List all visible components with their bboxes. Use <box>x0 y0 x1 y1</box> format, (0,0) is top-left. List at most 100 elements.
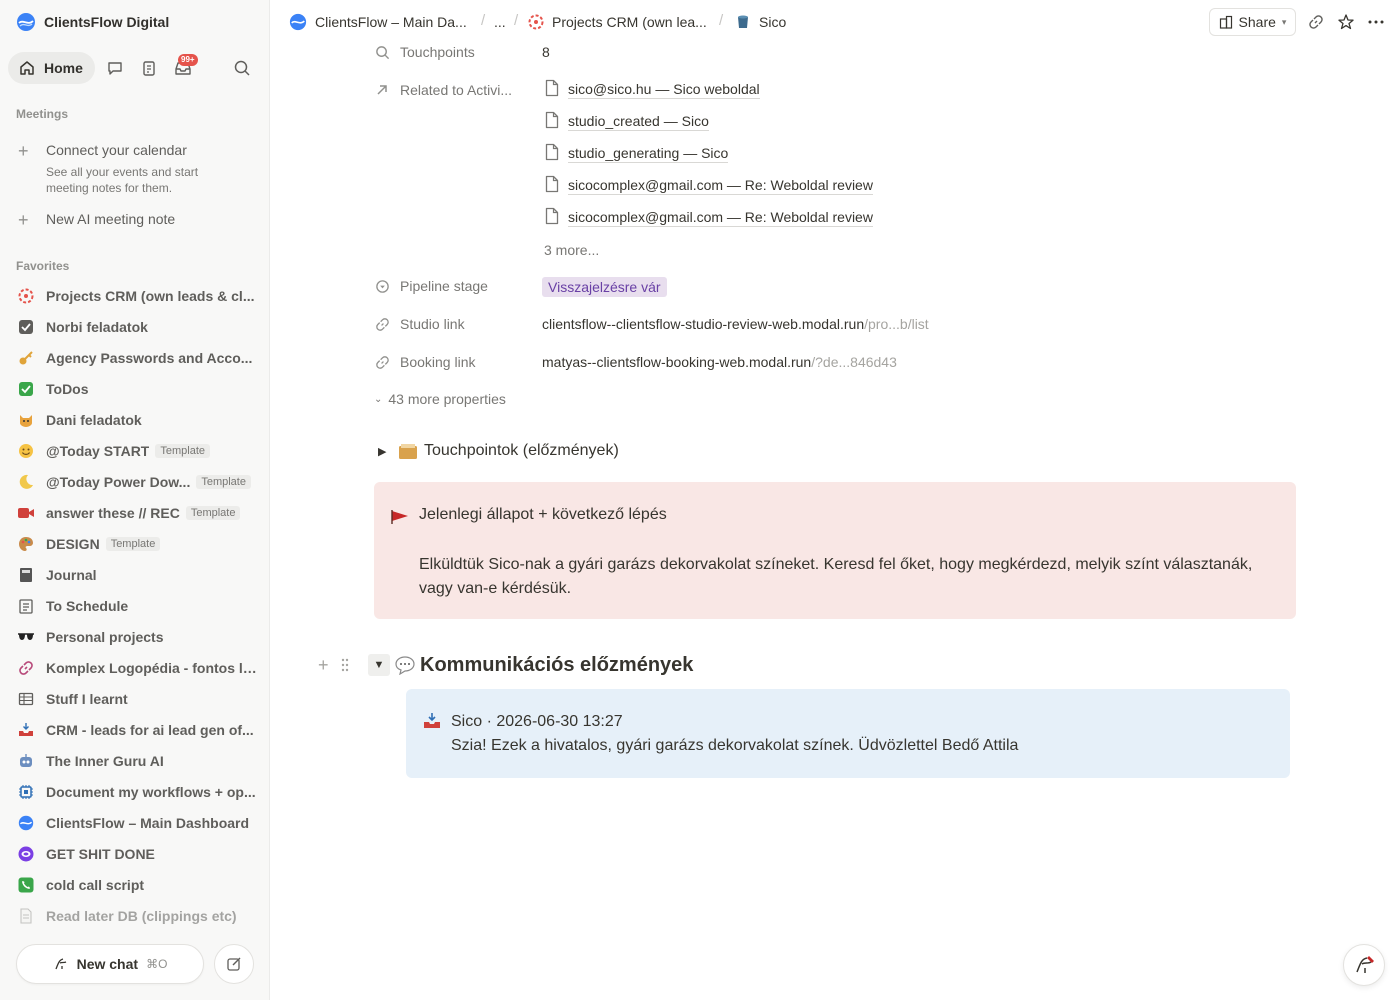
related-more-link[interactable]: 3 more... <box>544 242 599 258</box>
favorite-item[interactable]: Komplex Logopédia - fontos li... <box>16 655 258 681</box>
compose-button[interactable] <box>214 944 254 984</box>
home-button[interactable]: Home <box>8 52 95 84</box>
building-icon <box>1219 15 1232 29</box>
sidebar: ClientsFlow Digital Home 99+ Meetings + … <box>0 0 270 1000</box>
pipeline-stage-label: Pipeline stage <box>400 278 488 294</box>
favorite-item[interactable]: Document my workflows + op... <box>16 779 258 805</box>
favorite-item[interactable]: @Today START Template <box>16 438 258 464</box>
speech-bubble-icon <box>395 656 415 675</box>
favorite-item-label: Stuff I learnt <box>46 691 128 707</box>
favorite-item[interactable]: Norbi feladatok <box>16 314 258 340</box>
favorite-item[interactable]: To Schedule <box>16 593 258 619</box>
studio-link-property[interactable]: Studio link <box>374 312 534 336</box>
booking-link-property[interactable]: Booking link <box>374 350 534 374</box>
purple-app-icon <box>16 844 36 864</box>
table-icon <box>16 689 36 709</box>
studio-link-dim: /pro...b/list <box>864 316 929 332</box>
favorite-item[interactable]: CRM - leads for ai lead gen of... <box>16 717 258 743</box>
home-icon <box>20 61 34 75</box>
related-activity-item[interactable]: sicocomplex@gmail.com — Re: Weboldal rev… <box>544 206 873 228</box>
related-activity-item[interactable]: studio_generating — Sico <box>544 142 729 164</box>
breadcrumb-current[interactable]: Sico <box>735 12 786 32</box>
pipeline-stage-tag[interactable]: Visszajelzésre vár <box>542 277 667 297</box>
related-activity-item[interactable]: studio_created — Sico <box>544 110 709 132</box>
favorite-item[interactable]: @Today Power Dow... Template <box>16 469 258 495</box>
link-icon <box>374 354 390 370</box>
favorite-item[interactable]: Read later DB (clippings etc) <box>16 903 258 929</box>
favorite-item[interactable]: answer these // REC Template <box>16 500 258 526</box>
red-flag-icon <box>391 510 408 524</box>
new-chat-button[interactable]: New chat ⌘O <box>16 944 204 984</box>
status-callout: Jelenlegi állapot + következő lépés Elkü… <box>374 482 1296 619</box>
favorite-item[interactable]: Agency Passwords and Acco... <box>16 345 258 371</box>
studio-link-label: Studio link <box>400 316 465 332</box>
template-badge: Template <box>185 506 241 520</box>
related-activity-item[interactable]: sicocomplex@gmail.com — Re: Weboldal rev… <box>544 174 873 196</box>
favorite-item[interactable]: Stuff I learnt <box>16 686 258 712</box>
communications-heading: Kommunikációs előzmények <box>420 653 694 676</box>
top-bar: ClientsFlow – Main Da... / ... / Project… <box>270 0 1400 44</box>
toggle-triangle-down-icon[interactable]: ▼ <box>368 654 390 676</box>
plus-icon: + <box>18 210 29 230</box>
card-index-icon <box>399 444 417 459</box>
booking-link-value[interactable]: matyas--clientsflow-booking-web.modal.ru… <box>542 354 897 370</box>
favorite-item[interactable]: cold call script <box>16 872 258 898</box>
connect-calendar-desc: See all your events and start meeting no… <box>46 165 199 195</box>
crm-logo-icon <box>528 14 544 30</box>
favorite-item[interactable]: Personal projects <box>16 624 258 650</box>
add-block-icon[interactable]: + <box>318 655 334 676</box>
more-properties-toggle[interactable]: ⌄ 43 more properties <box>374 391 506 407</box>
crm-logo-icon <box>16 286 36 306</box>
favorite-item[interactable]: The Inner Guru AI <box>16 748 258 774</box>
favorite-item-label: The Inner Guru AI <box>46 753 164 769</box>
toggle-triangle-right-icon[interactable]: ▶ <box>378 445 392 458</box>
studio-link-value[interactable]: clientsflow--clientsflow-studio-review-w… <box>542 316 929 332</box>
touchpoints-toggle-block[interactable]: ▶ Touchpointok (előzmények) <box>378 442 619 460</box>
pipeline-stage-property[interactable]: Pipeline stage <box>374 274 534 298</box>
drag-handle-icon[interactable] <box>340 657 352 673</box>
chevron-down-icon: ▾ <box>1281 16 1287 27</box>
inbox-tray-icon <box>424 713 440 728</box>
related-activities-property[interactable]: Related to Activi... <box>374 78 534 102</box>
breadcrumb-ellipsis[interactable]: ... <box>494 12 506 32</box>
page-icon <box>544 111 560 132</box>
chat-bubble-icon[interactable] <box>105 58 125 78</box>
favorite-item[interactable]: ClientsFlow – Main Dashboard <box>16 810 258 836</box>
favorite-item-label: DESIGN <box>46 536 100 552</box>
breadcrumb-parent[interactable]: Projects CRM (own lea... <box>528 12 707 32</box>
star-icon[interactable] <box>1336 12 1356 32</box>
sunglasses-icon <box>16 627 36 647</box>
favorite-item-label: Read later DB (clippings etc) <box>46 908 237 924</box>
message-header: Sico · 2026-06-30 13:27 <box>451 713 623 730</box>
favorite-item[interactable]: DESIGN Template <box>16 531 258 557</box>
key-icon <box>16 348 36 368</box>
ai-assistant-button[interactable] <box>1343 944 1385 986</box>
more-options-icon[interactable] <box>1366 12 1386 32</box>
plus-icon: + <box>18 141 29 161</box>
breadcrumb-root[interactable]: ClientsFlow – Main Da... <box>289 12 467 32</box>
connect-calendar-title: Connect your calendar <box>46 142 187 158</box>
related-activity-label: sico@sico.hu — Sico weboldal <box>568 80 760 99</box>
workspace-switcher[interactable]: ClientsFlow Digital <box>16 12 169 32</box>
page-icon <box>16 906 36 926</box>
touchpoints-property[interactable]: Touchpoints <box>374 40 534 64</box>
arrow-up-right-icon <box>374 82 390 98</box>
favorite-item[interactable]: ToDos <box>16 376 258 402</box>
clipboard-icon[interactable] <box>139 58 159 78</box>
related-activity-item[interactable]: sico@sico.hu — Sico weboldal <box>544 78 760 100</box>
connect-calendar-item[interactable]: + Connect your calendar See all your eve… <box>16 141 256 195</box>
favorite-item[interactable]: Dani feladatok <box>16 407 258 433</box>
share-button[interactable]: Share ▾ <box>1209 8 1296 36</box>
touchpoints-label: Touchpoints <box>400 44 475 60</box>
callout-title: Jelenlegi állapot + következő lépés <box>419 506 667 523</box>
favorite-item[interactable]: Journal <box>16 562 258 588</box>
search-icon[interactable] <box>232 58 252 78</box>
touchpoints-value[interactable]: 8 <box>542 44 550 60</box>
new-ai-meeting-note-item[interactable]: + New AI meeting note <box>16 211 256 231</box>
link-icon[interactable] <box>1306 12 1326 32</box>
favorite-item-label: Projects CRM (own leads & cl... <box>46 288 255 304</box>
favorite-item[interactable]: GET SHIT DONE <box>16 841 258 867</box>
top-nav: Home 99+ <box>8 52 262 84</box>
touchpoints-toggle-title: Touchpointok (előzmények) <box>424 442 619 459</box>
favorite-item[interactable]: Projects CRM (own leads & cl... <box>16 283 258 309</box>
